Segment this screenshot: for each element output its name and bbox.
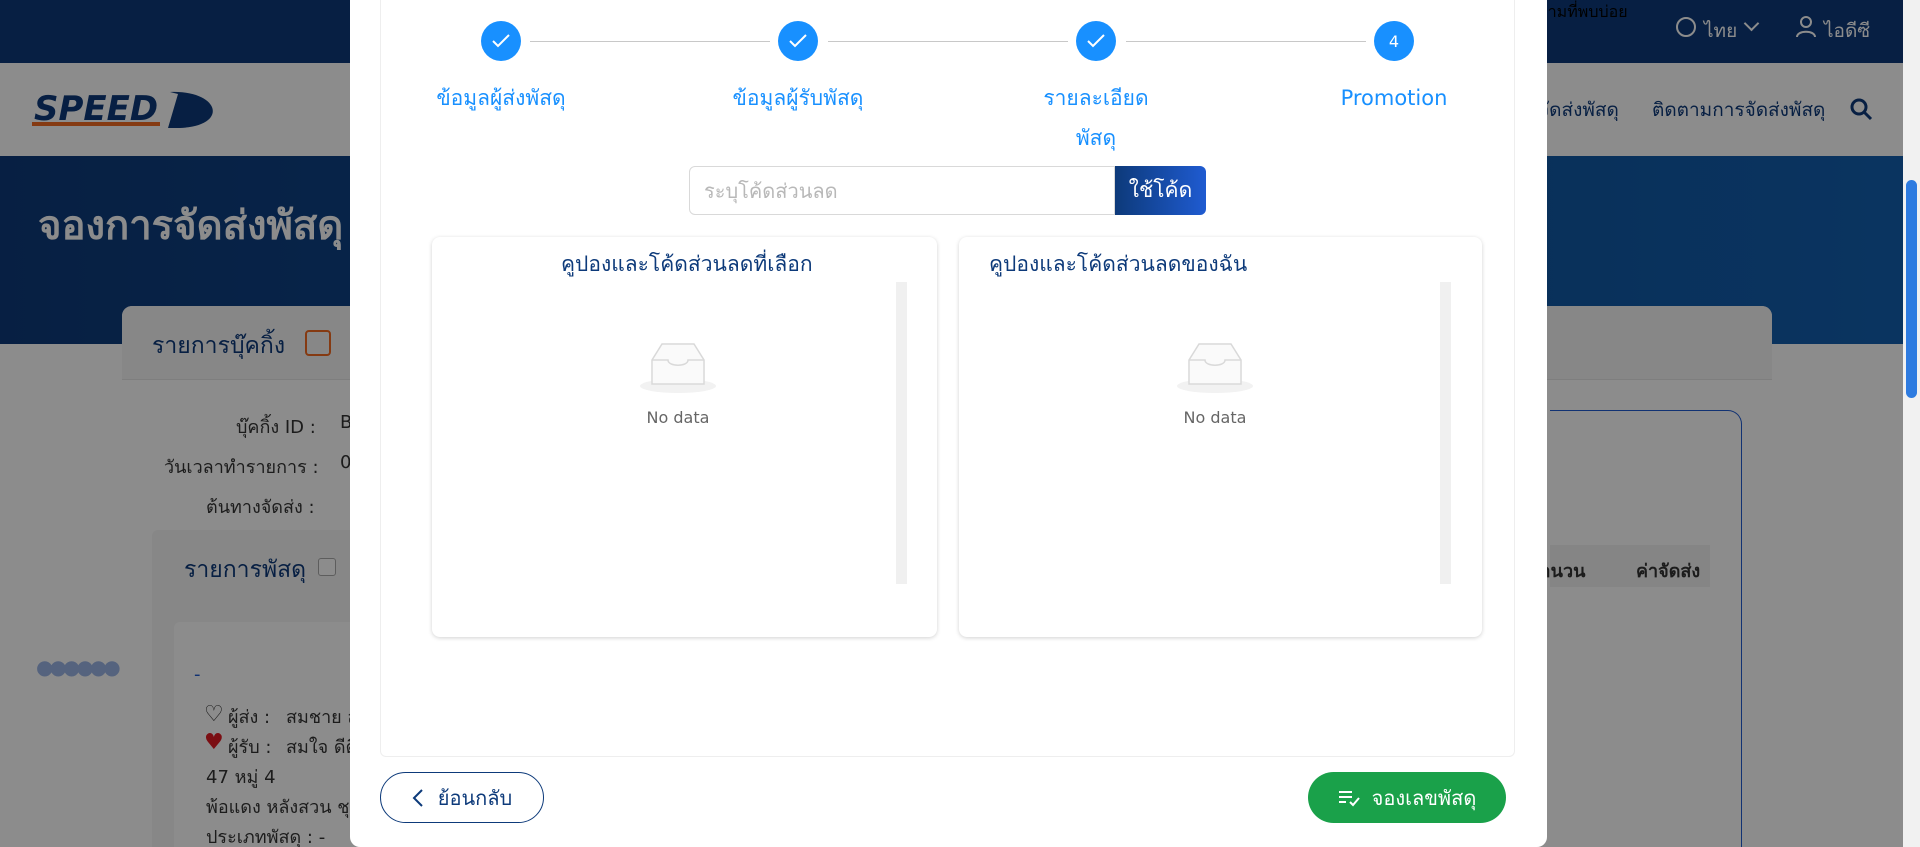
my-coupons-scrollbar[interactable]: [1440, 282, 1451, 584]
selected-coupons-card: [432, 237, 937, 637]
back-button[interactable]: ย้อนกลับ: [380, 772, 544, 823]
my-coupons-title: คูปองและโค้ดส่วนลดของฉัน: [989, 252, 1248, 276]
page-scrollbar[interactable]: [1903, 0, 1920, 847]
selected-coupons-title: คูปองและโค้ดส่วนลดที่เลือก: [561, 252, 813, 276]
empty-inbox-icon: [638, 340, 718, 394]
step-4-circle[interactable]: 4: [1374, 21, 1414, 61]
book-parcel-number-button[interactable]: จองเลขพัสดุ: [1308, 772, 1506, 823]
check-icon: [789, 34, 807, 48]
step-1-label: ข้อมูลผู้ส่งพัสดุ: [436, 86, 566, 110]
step-1-circle[interactable]: [481, 21, 521, 61]
apply-code-button[interactable]: ใช้โค้ด: [1115, 166, 1206, 215]
empty-inbox-icon: [1175, 340, 1255, 394]
chevron-left-icon: [412, 788, 423, 807]
step-connector: [530, 41, 770, 42]
page-scrollbar-thumb[interactable]: [1906, 180, 1917, 398]
check-icon: [492, 34, 510, 48]
step-connector: [828, 41, 1068, 42]
my-coupons-empty-text: No data: [1183, 408, 1247, 427]
step-2-label: ข้อมูลผู้รับพัสดุ: [732, 86, 864, 110]
check-icon: [1087, 34, 1105, 48]
selected-coupons-empty-text: No data: [646, 408, 710, 427]
step-2-circle[interactable]: [778, 21, 818, 61]
selected-coupons-scrollbar[interactable]: [896, 282, 907, 584]
book-button-label: จองเลขพัสดุ: [1371, 785, 1477, 810]
list-check-icon: [1338, 790, 1360, 806]
step-3-circle[interactable]: [1076, 21, 1116, 61]
step-3-label: รายละเอียด พัสดุ: [1043, 86, 1149, 150]
my-coupons-card: [959, 237, 1482, 637]
back-button-label: ย้อนกลับ: [437, 785, 513, 810]
step-connector: [1126, 41, 1366, 42]
step-4-label: Promotion: [1340, 86, 1448, 110]
promo-code-input[interactable]: [689, 166, 1115, 215]
